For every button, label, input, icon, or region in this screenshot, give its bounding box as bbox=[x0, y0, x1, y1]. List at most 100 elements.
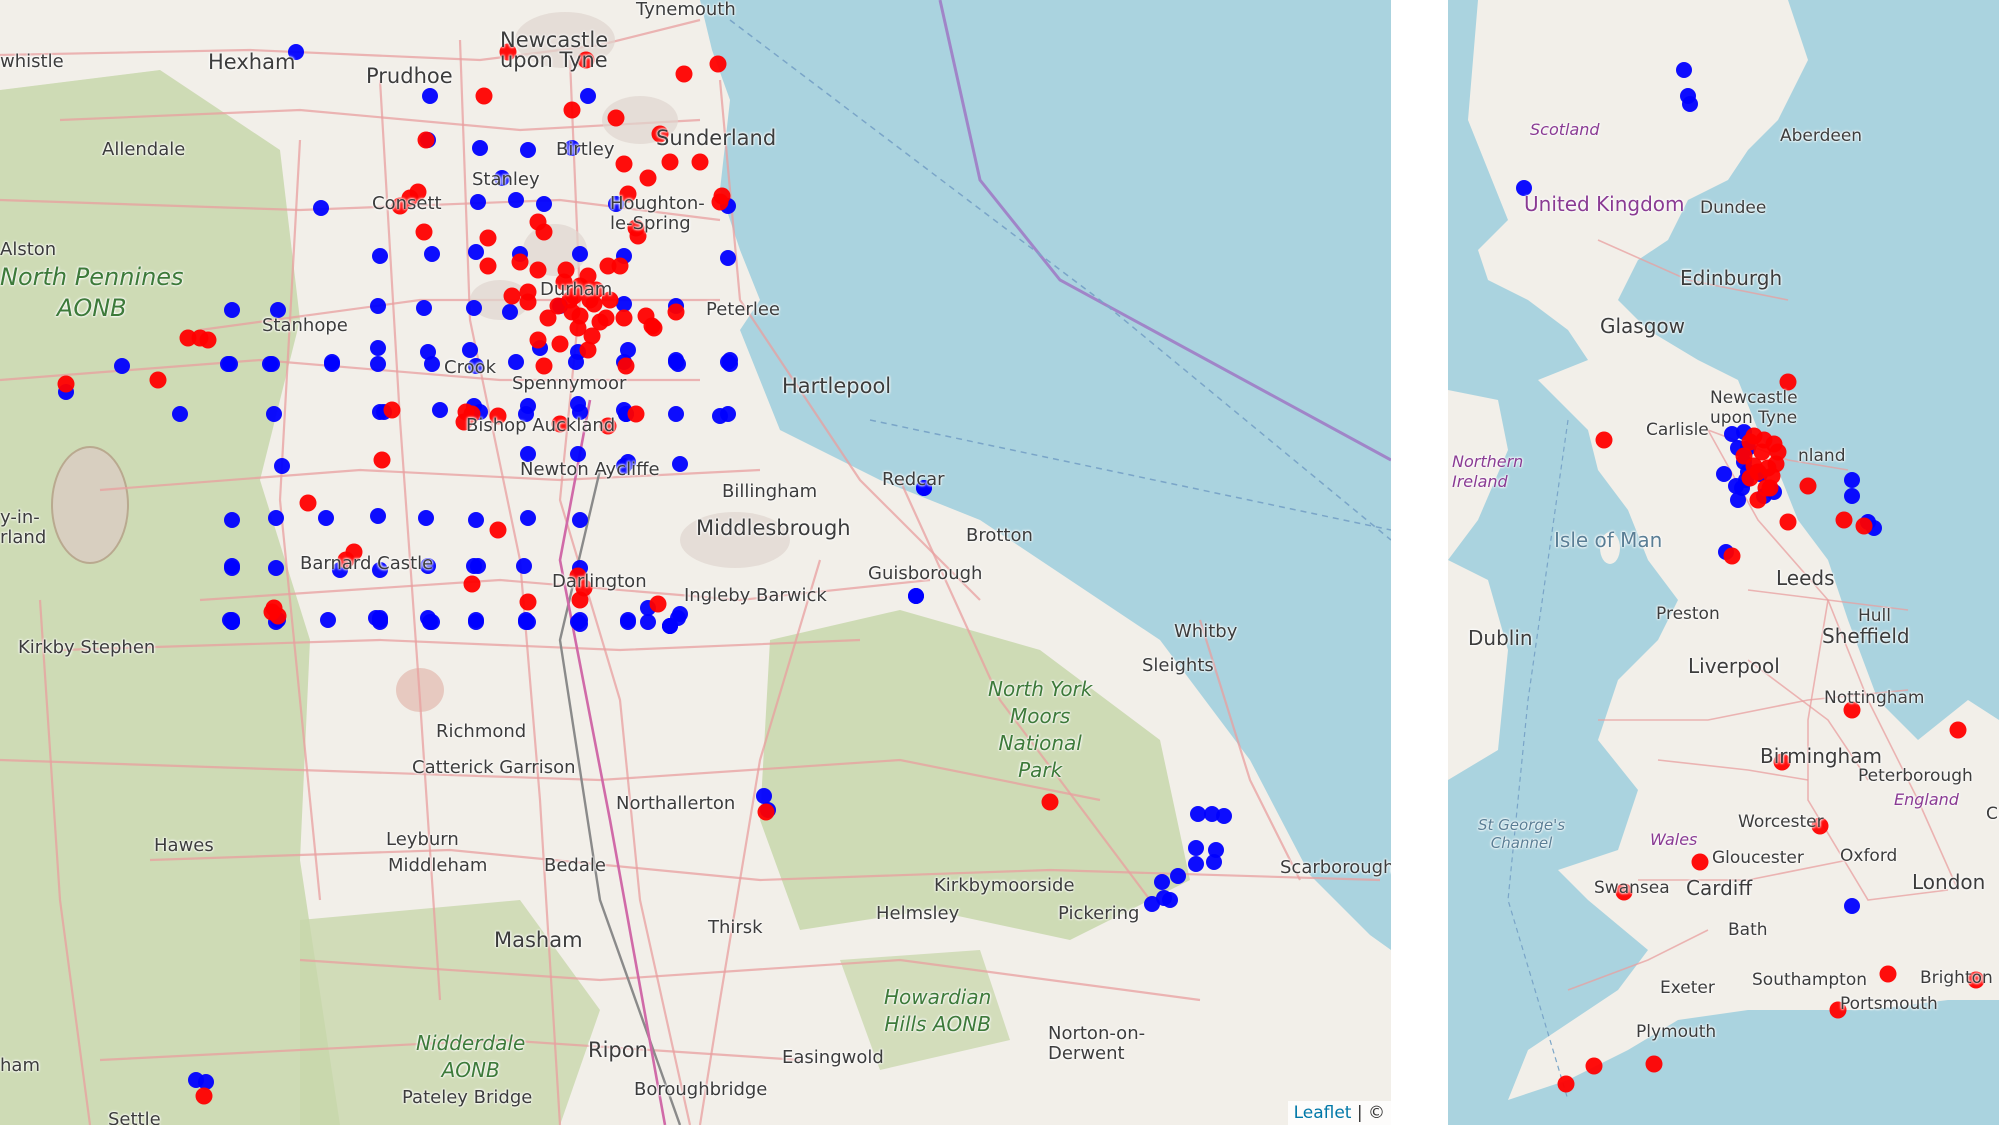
place-label: Bedale bbox=[544, 855, 606, 876]
city-label: Birmingham bbox=[1760, 744, 1882, 768]
place-label: Birtley bbox=[556, 139, 615, 160]
city-label: Dundee bbox=[1700, 198, 1767, 218]
red-marker-46 bbox=[615, 309, 633, 327]
blue-marker-21 bbox=[1730, 492, 1746, 508]
left-map-canvas[interactable] bbox=[0, 0, 1391, 1125]
red-marker-57 bbox=[535, 357, 553, 375]
red-marker-7 bbox=[417, 131, 435, 149]
blue-marker-48 bbox=[508, 354, 524, 370]
city-label: Preston bbox=[1656, 604, 1720, 624]
city-label: Plymouth bbox=[1636, 1022, 1717, 1042]
right-map-canvas[interactable] bbox=[1448, 0, 1999, 1125]
city-label: Gloucester bbox=[1712, 848, 1804, 868]
blue-marker-49 bbox=[568, 354, 584, 370]
red-marker-52 bbox=[57, 375, 75, 393]
red-marker-17 bbox=[1761, 479, 1779, 497]
red-marker-26 bbox=[511, 253, 529, 271]
blue-marker-4 bbox=[472, 140, 488, 156]
place-label: Prudhoe bbox=[366, 64, 453, 88]
city-label: Liverpool bbox=[1688, 654, 1780, 678]
city-label: Dublin bbox=[1468, 626, 1533, 650]
place-label: y-in- rland bbox=[0, 507, 47, 548]
blue-marker-79 bbox=[572, 512, 588, 528]
red-marker-19 bbox=[1835, 511, 1853, 529]
left-map[interactable]: whistle Hexham Prudhoe Newcastle upon Tyne T… bbox=[0, 0, 1391, 1125]
place-label: Easingwold bbox=[782, 1047, 884, 1068]
blue-marker-145 bbox=[1156, 890, 1172, 906]
red-marker-18 bbox=[479, 229, 497, 247]
place-label: Consett bbox=[372, 193, 442, 214]
red-marker-27 bbox=[1691, 853, 1709, 871]
red-marker-5 bbox=[563, 101, 581, 119]
red-marker-59 bbox=[645, 319, 663, 337]
red-marker-29 bbox=[1879, 965, 1897, 983]
blue-marker-15 bbox=[424, 246, 440, 262]
place-label: Barnard Castle bbox=[300, 553, 434, 574]
red-marker-4 bbox=[475, 87, 493, 105]
blue-marker-123 bbox=[570, 614, 586, 630]
place-label: Peterlee bbox=[706, 299, 780, 320]
city-label: Exeter bbox=[1660, 978, 1715, 998]
red-marker-37 bbox=[503, 287, 521, 305]
red-marker-31 bbox=[611, 257, 629, 275]
red-marker-89 bbox=[1041, 793, 1059, 811]
red-marker-53 bbox=[149, 371, 167, 389]
blue-marker-132 bbox=[756, 788, 772, 804]
place-label: Masham bbox=[494, 928, 583, 952]
red-marker-9 bbox=[691, 153, 709, 171]
blue-marker-136 bbox=[1216, 808, 1232, 824]
red-marker-20 bbox=[535, 223, 553, 241]
blue-marker-140 bbox=[1188, 856, 1204, 872]
red-marker-22 bbox=[1723, 547, 1741, 565]
blue-marker-11 bbox=[536, 196, 552, 212]
place-label: ham bbox=[0, 1055, 40, 1076]
blue-marker-5 bbox=[520, 142, 536, 158]
place-label: Ripon bbox=[588, 1038, 648, 1062]
red-marker-18 bbox=[1799, 477, 1817, 495]
place-label: Allendale bbox=[102, 139, 186, 160]
leaflet-link[interactable]: Leaflet bbox=[1294, 1103, 1352, 1123]
place-label: Guisborough bbox=[868, 563, 983, 584]
blue-marker-108 bbox=[468, 612, 484, 628]
city-label: Portsmouth bbox=[1840, 994, 1938, 1014]
place-label: Darlington bbox=[552, 571, 647, 592]
city-label: Hull bbox=[1858, 606, 1892, 626]
place-label: Crook bbox=[444, 357, 497, 378]
blue-marker-9 bbox=[470, 194, 486, 210]
city-label: Peterborough bbox=[1858, 766, 1973, 786]
right-map[interactable]: Aberdeen Dundee Edinburgh Glasgow Newcastle … bbox=[1448, 0, 1999, 1125]
blue-marker-19 bbox=[1724, 426, 1740, 442]
blue-marker-10 bbox=[508, 192, 524, 208]
sea-label: Isle of Man bbox=[1554, 528, 1663, 552]
place-label: Stanley bbox=[472, 169, 540, 190]
blue-marker-26 bbox=[502, 304, 518, 320]
city-label: Glasgow bbox=[1600, 314, 1686, 338]
place-label: Billingham bbox=[722, 481, 818, 502]
blue-marker-67 bbox=[520, 398, 536, 414]
blue-marker-45 bbox=[370, 356, 386, 372]
blue-marker-142 bbox=[1154, 874, 1170, 890]
place-label: whistle bbox=[0, 51, 64, 72]
place-label: Thirsk bbox=[708, 917, 763, 938]
place-label: Pateley Bridge bbox=[402, 1087, 533, 1108]
red-marker-74 bbox=[373, 451, 391, 469]
red-marker-25 bbox=[479, 257, 497, 275]
red-marker-3 bbox=[709, 55, 727, 73]
blue-marker-76 bbox=[418, 510, 434, 526]
blue-marker-103 bbox=[640, 614, 656, 630]
blue-marker-18 bbox=[572, 246, 588, 262]
blue-marker-42 bbox=[220, 356, 236, 372]
place-label: Whitby bbox=[1174, 621, 1238, 642]
place-label: Redcar bbox=[882, 469, 945, 490]
place-label: Tynemouth bbox=[636, 0, 736, 20]
blue-marker-20 bbox=[720, 250, 736, 266]
city-label: Nottingham bbox=[1824, 688, 1925, 708]
red-marker-77 bbox=[489, 521, 507, 539]
place-label: Sunderland bbox=[656, 126, 777, 150]
blue-marker-21 bbox=[224, 302, 240, 318]
red-marker-16 bbox=[1741, 433, 1759, 451]
park-label: Nidderdale AONB bbox=[416, 1031, 526, 1082]
city-label: Swansea bbox=[1594, 878, 1670, 898]
blue-marker-54 bbox=[266, 406, 282, 422]
place-label: Hexham bbox=[208, 50, 296, 74]
